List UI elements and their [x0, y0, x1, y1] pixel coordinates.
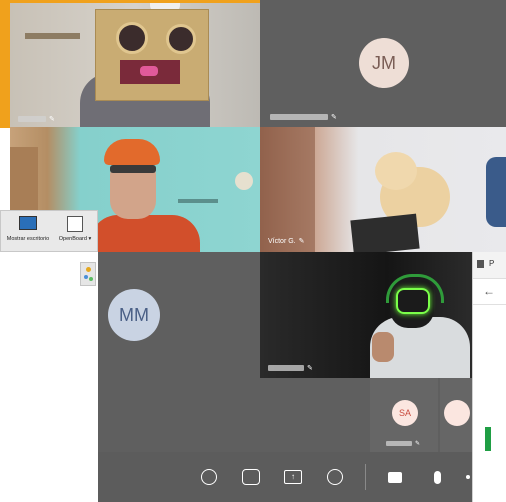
hand-microphone	[372, 332, 394, 362]
more-button[interactable]	[464, 466, 472, 488]
name-redacted	[18, 116, 46, 122]
launcher-dot-3	[89, 277, 93, 281]
camera-button[interactable]	[384, 466, 406, 488]
avatar: SA	[392, 400, 418, 426]
window-icon	[477, 260, 484, 268]
box-eye-right	[166, 24, 196, 54]
avatar	[444, 400, 470, 426]
video-tile-box-mask[interactable]: ✎	[10, 3, 260, 127]
cycling-helmet	[104, 139, 160, 165]
shelf-unit	[260, 127, 315, 252]
video-tile-jm[interactable]: JM ✎	[260, 0, 506, 127]
green-accent	[485, 427, 491, 451]
show-desktop-label: Mostrar escritorio	[6, 236, 50, 242]
tile-name-bar: ✎	[268, 364, 313, 372]
window-accent-border-left	[0, 0, 10, 128]
camera-off-icon	[388, 471, 402, 483]
openboard-label-row: OpenBoard ▾	[59, 236, 91, 242]
microphone-button[interactable]	[426, 466, 448, 488]
side-browser-window: P ←	[472, 252, 506, 502]
back-arrow-icon[interactable]: ←	[483, 284, 495, 298]
participants-icon	[242, 469, 260, 485]
avatar-initials: MM	[119, 304, 149, 325]
plush-head	[375, 152, 417, 190]
video-tile-sa[interactable]: SA ✎	[370, 378, 438, 452]
cardboard-box-mask	[95, 9, 209, 101]
window-title-initial: P	[489, 259, 495, 268]
avatar-initials: SA	[398, 408, 411, 418]
avatar-initials: JM	[372, 52, 396, 73]
name-redacted	[386, 441, 412, 446]
box-mouth	[120, 60, 180, 84]
blue-object	[486, 157, 506, 227]
wall-shelf	[178, 199, 218, 203]
participants-button[interactable]	[240, 466, 262, 488]
name-redacted	[268, 365, 304, 371]
launcher-dot-1	[86, 267, 91, 272]
black-book	[350, 213, 420, 252]
tile-name-bar: ✎	[386, 440, 420, 447]
participant-name: Víctor G.	[268, 237, 296, 245]
openboard-button[interactable]: OpenBoard ▾	[53, 216, 97, 242]
pin-icon[interactable]: ✎	[415, 440, 420, 447]
app-launcher-icon[interactable]	[80, 262, 96, 286]
openboard-icon	[67, 216, 83, 232]
sunglasses	[110, 165, 156, 173]
video-tile-neon-mask[interactable]: ✎	[260, 252, 472, 378]
tile-name-bar: Víctor G. ✎	[268, 237, 305, 246]
pin-icon[interactable]: ✎	[49, 115, 55, 123]
raise-hand-icon	[327, 469, 343, 485]
wall-clock	[235, 172, 253, 190]
dropdown-arrow-icon[interactable]: ▾	[88, 236, 91, 242]
show-desktop-button[interactable]: Mostrar escritorio	[5, 216, 51, 242]
pin-icon[interactable]: ✎	[331, 113, 337, 121]
page-divider	[473, 304, 506, 305]
pin-icon[interactable]: ✎	[299, 237, 305, 245]
window-titlebar: P	[473, 252, 506, 279]
tile-name-bar: ✎	[18, 115, 55, 123]
video-tile-mm[interactable]: MM	[98, 252, 260, 378]
meeting-toolbar: ↑	[98, 452, 472, 502]
shelf	[25, 33, 80, 39]
mouth-light	[140, 66, 158, 76]
video-tile-victor[interactable]: Víctor G. ✎	[260, 127, 506, 252]
desktop-taskbar-popup: Mostrar escritorio OpenBoard ▾	[0, 210, 98, 252]
toolbar-divider	[365, 464, 366, 490]
monitor-icon	[19, 216, 37, 230]
avatar: MM	[108, 289, 160, 341]
pin-icon[interactable]: ✎	[307, 364, 313, 372]
microphone-icon	[433, 470, 441, 484]
name-redacted	[270, 114, 328, 120]
box-eye-left	[116, 22, 148, 54]
chat-icon	[201, 469, 217, 485]
avatar: JM	[359, 38, 409, 88]
openboard-label: OpenBoard	[58, 236, 87, 242]
share-screen-button[interactable]: ↑	[282, 466, 304, 488]
raise-hand-button[interactable]	[324, 466, 346, 488]
share-screen-icon: ↑	[284, 470, 302, 484]
launcher-dot-2	[84, 275, 88, 279]
chat-button[interactable]	[198, 466, 220, 488]
more-icon	[466, 475, 470, 479]
video-tile-partial[interactable]	[440, 378, 472, 452]
person-body	[90, 215, 200, 252]
tile-name-bar: ✎	[270, 113, 337, 121]
